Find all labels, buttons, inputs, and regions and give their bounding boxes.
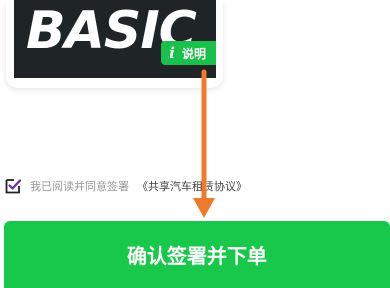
contract-link[interactable]: 《共享汽车租赁协议》 — [137, 178, 247, 194]
confirm-sign-order-button[interactable]: 确认签署并下单 — [4, 221, 390, 288]
page: BASIC i 说明 我已阅读并同意签署 《共享汽车租赁协议》 确认签署并下单 — [0, 0, 390, 288]
explain-button[interactable]: i 说明 — [161, 41, 216, 65]
checkbox-checked-icon[interactable] — [5, 178, 21, 194]
agreement-row: 我已阅读并同意签署 《共享汽车租赁协议》 — [5, 177, 247, 195]
explain-button-label: 说明 — [182, 46, 207, 61]
info-icon: i — [169, 44, 175, 62]
car-banner: BASIC i 说明 — [14, 0, 216, 78]
agreement-text: 我已阅读并同意签署 — [30, 180, 129, 193]
